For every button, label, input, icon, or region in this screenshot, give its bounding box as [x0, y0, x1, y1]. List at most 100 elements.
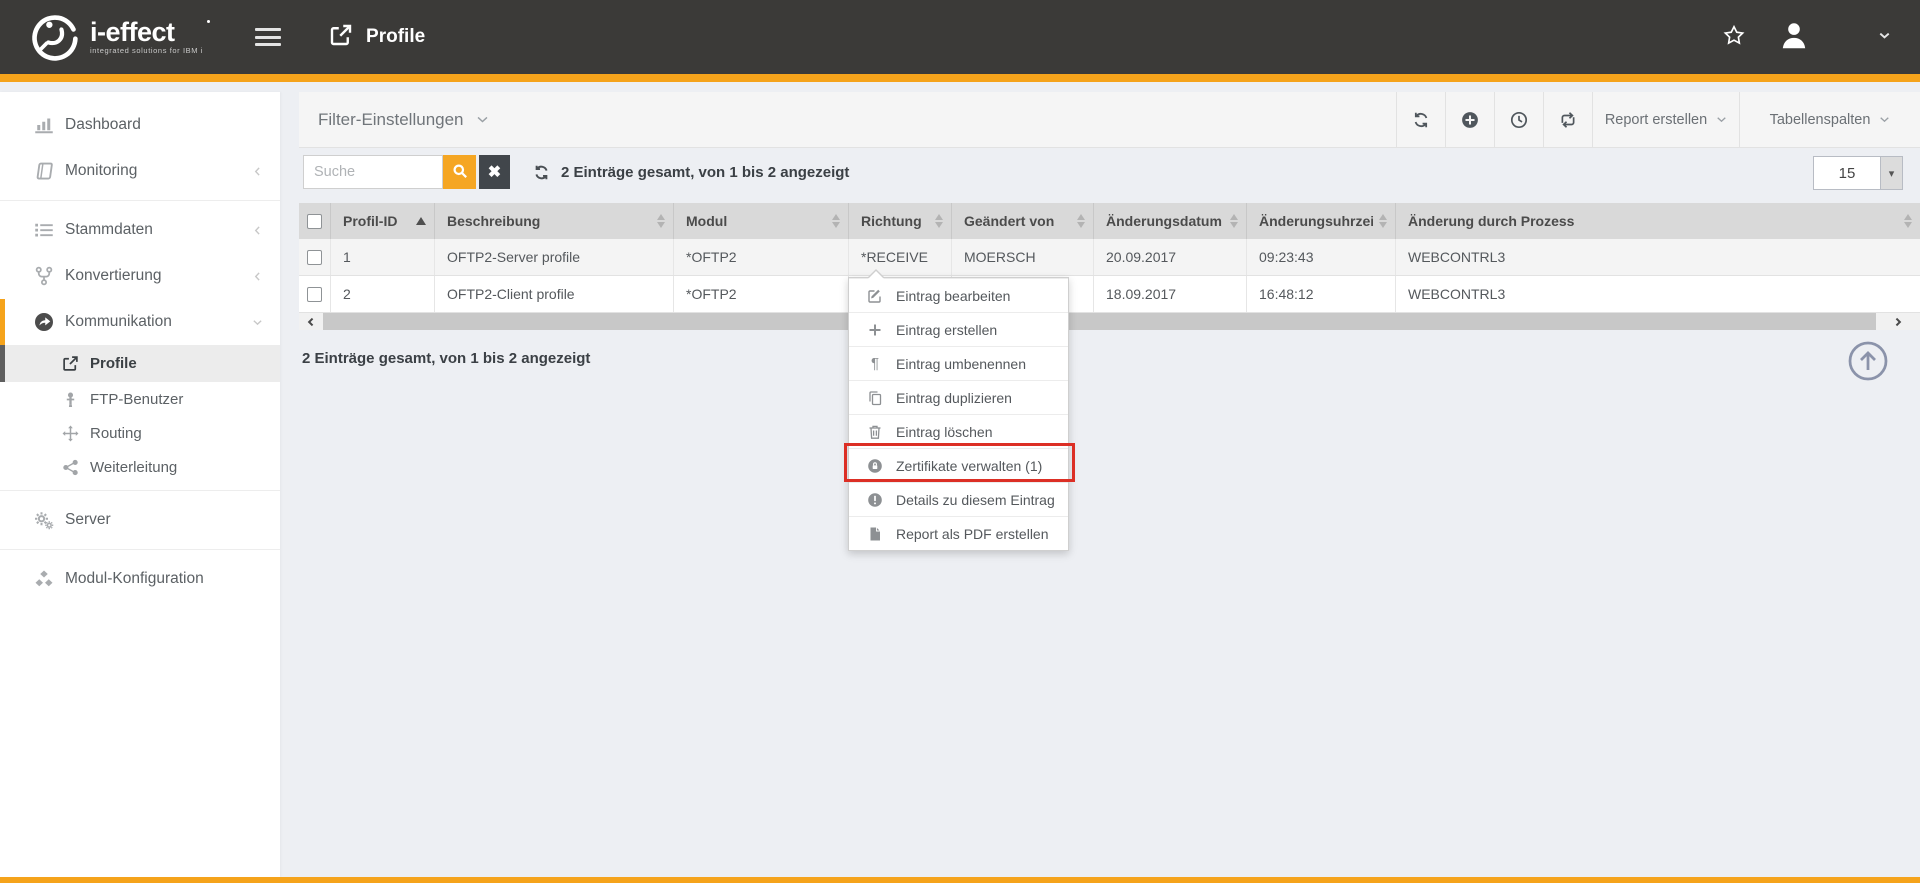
- chevron-left-icon: [251, 224, 264, 237]
- tabellenspalten-button[interactable]: Tabellenspalten: [1739, 92, 1920, 147]
- gears-icon: [34, 510, 54, 530]
- chevron-left-icon: [251, 165, 264, 178]
- cell-beschreibung: OFTP2-Server profile: [435, 239, 674, 275]
- app-logo[interactable]: i-effect integrated solutions for IBM i: [28, 9, 203, 66]
- cell-aenderungsdatum: 20.09.2017: [1094, 239, 1247, 275]
- menu-item-eintrag-erstellen[interactable]: Eintrag erstellen: [849, 312, 1068, 346]
- select-all-cell: [299, 203, 331, 239]
- sort-icon: [1904, 214, 1912, 228]
- clear-search-button[interactable]: ✖: [479, 155, 510, 189]
- chevron-down-icon[interactable]: [1877, 28, 1892, 46]
- column-header-aenderungsuhrzeit[interactable]: Änderungsuhrzeit: [1247, 203, 1396, 239]
- search-input[interactable]: [303, 155, 443, 189]
- sidebar-item-label: Konvertierung: [65, 267, 162, 285]
- sidebar-item-profile[interactable]: Profile: [0, 345, 280, 382]
- sidebar-divider: [0, 549, 280, 550]
- external-link-icon: [329, 23, 353, 52]
- menu-item-details-zu-diesem-eintrag[interactable]: Details zu diesem Eintrag: [849, 482, 1068, 516]
- menu-item-report-als-pdf-erstellen[interactable]: Report als PDF erstellen: [849, 516, 1068, 550]
- move-icon: [62, 425, 79, 442]
- scroll-right-arrow[interactable]: [1886, 313, 1910, 330]
- cell-profil-id: 1: [331, 239, 435, 275]
- table-row[interactable]: 1 OFTP2-Server profile *OFTP2 *RECEIVE M…: [299, 239, 1920, 276]
- menu-item-eintrag-duplizieren[interactable]: Eintrag duplizieren: [849, 380, 1068, 414]
- sort-icon: [935, 214, 943, 228]
- menu-item-eintrag-loeschen[interactable]: Eintrag löschen: [849, 414, 1068, 448]
- chevron-left-icon: [251, 270, 264, 283]
- column-header-geaendert-von[interactable]: Geändert von: [952, 203, 1094, 239]
- filter-bar: Filter-Einstellungen Report erstellen: [299, 92, 1920, 148]
- sidebar-item-modul-konfiguration[interactable]: Modul-Konfiguration: [0, 556, 280, 602]
- page: i-effect integrated solutions for IBM i …: [0, 0, 1920, 883]
- logo-tagline: integrated solutions for IBM i: [90, 46, 203, 55]
- scroll-left-arrow[interactable]: [299, 313, 323, 330]
- star-icon[interactable]: [1723, 25, 1745, 50]
- external-link-icon: [62, 355, 79, 372]
- pilcrow-icon: ¶: [867, 356, 883, 372]
- sort-icon: [832, 214, 840, 228]
- user-icon[interactable]: [1778, 20, 1810, 55]
- chevron-down-icon: [476, 113, 489, 126]
- sidebar-item-label: Monitoring: [65, 162, 137, 180]
- refresh-results-icon[interactable]: [533, 164, 550, 181]
- column-header-aenderungsdatum[interactable]: Änderungsdatum: [1094, 203, 1247, 239]
- column-header-aenderung-durch-prozess[interactable]: Änderung durch Prozess: [1396, 203, 1920, 239]
- chevron-down-icon: [1879, 114, 1890, 125]
- page-size-select[interactable]: 15 ▾: [1813, 156, 1903, 190]
- menu-item-eintrag-umbenennen[interactable]: ¶ Eintrag umbenennen: [849, 346, 1068, 380]
- sidebar: Dashboard Monitoring Stammdaten: [0, 92, 280, 877]
- person-icon: [62, 391, 79, 408]
- sidebar-item-kommunikation[interactable]: Kommunikation: [0, 299, 280, 345]
- info-circle-icon: [867, 492, 883, 508]
- report-erstellen-button[interactable]: Report erstellen: [1592, 92, 1739, 147]
- sort-icon: [1379, 214, 1387, 228]
- scroll-to-top-button[interactable]: [1848, 341, 1888, 381]
- plus-icon: [867, 322, 883, 338]
- sidebar-item-konvertierung[interactable]: Konvertierung: [0, 253, 280, 299]
- menu-item-eintrag-bearbeiten[interactable]: Eintrag bearbeiten: [849, 278, 1068, 312]
- table-row[interactable]: 2 OFTP2-Client profile *OFTP2 18.09.2017…: [299, 276, 1920, 313]
- column-header-richtung[interactable]: Richtung: [849, 203, 952, 239]
- result-summary: 2 Einträge gesamt, von 1 bis 2 angezeigt: [561, 164, 849, 181]
- column-header-modul[interactable]: Modul: [674, 203, 849, 239]
- sidebar-item-label: Routing: [90, 425, 142, 442]
- sidebar-item-ftp-benutzer[interactable]: FTP-Benutzer: [0, 382, 280, 416]
- sidebar-item-monitoring[interactable]: Monitoring: [0, 148, 280, 194]
- filter-settings-dropdown[interactable]: Filter-Einstellungen: [299, 92, 489, 147]
- profiles-table: Profil-ID Beschreibung Modul Richtung Ge…: [299, 203, 1920, 313]
- search-button[interactable]: [443, 155, 476, 189]
- refresh-icon[interactable]: [1396, 92, 1445, 147]
- row-checkbox[interactable]: [307, 287, 322, 302]
- horizontal-scrollbar: [299, 313, 1920, 330]
- logo-reg-mark: [207, 20, 210, 23]
- column-header-profil-id[interactable]: Profil-ID: [331, 203, 435, 239]
- sidebar-item-routing[interactable]: Routing: [0, 416, 280, 450]
- sidebar-item-weiterleitung[interactable]: Weiterleitung: [0, 450, 280, 484]
- sidebar-item-dashboard[interactable]: Dashboard: [0, 102, 280, 148]
- book-icon: [34, 161, 54, 181]
- sort-asc-icon: [416, 217, 426, 225]
- chevron-down-icon: [251, 316, 264, 329]
- menu-icon[interactable]: [255, 28, 281, 46]
- sidebar-item-stammdaten[interactable]: Stammdaten: [0, 207, 280, 253]
- accent-bar-bottom: [0, 877, 1920, 883]
- bar-chart-icon: [34, 115, 54, 135]
- context-menu-caret: [867, 269, 885, 278]
- sidebar-item-label: FTP-Benutzer: [90, 391, 183, 408]
- plus-circle-icon[interactable]: [1445, 92, 1494, 147]
- menu-item-zertifikate-verwalten[interactable]: Zertifikate verwalten (1): [849, 448, 1068, 482]
- cell-profil-id: 2: [331, 276, 435, 312]
- column-header-beschreibung[interactable]: Beschreibung: [435, 203, 674, 239]
- clock-icon[interactable]: [1494, 92, 1543, 147]
- header-actions: [1660, 0, 1920, 74]
- sidebar-item-server[interactable]: Server: [0, 497, 280, 543]
- cell-aenderung-durch-prozess: WEBCONTRL3: [1396, 276, 1920, 312]
- row-checkbox[interactable]: [307, 250, 322, 265]
- cell-aenderungsuhrzeit: 16:48:12: [1247, 276, 1396, 312]
- sort-icon: [657, 214, 665, 228]
- sidebar-item-label: Stammdaten: [65, 221, 153, 239]
- scrollbar-thumb[interactable]: [323, 313, 1876, 330]
- select-all-checkbox[interactable]: [307, 214, 322, 229]
- cell-modul: *OFTP2: [674, 239, 849, 275]
- retweet-icon[interactable]: [1543, 92, 1592, 147]
